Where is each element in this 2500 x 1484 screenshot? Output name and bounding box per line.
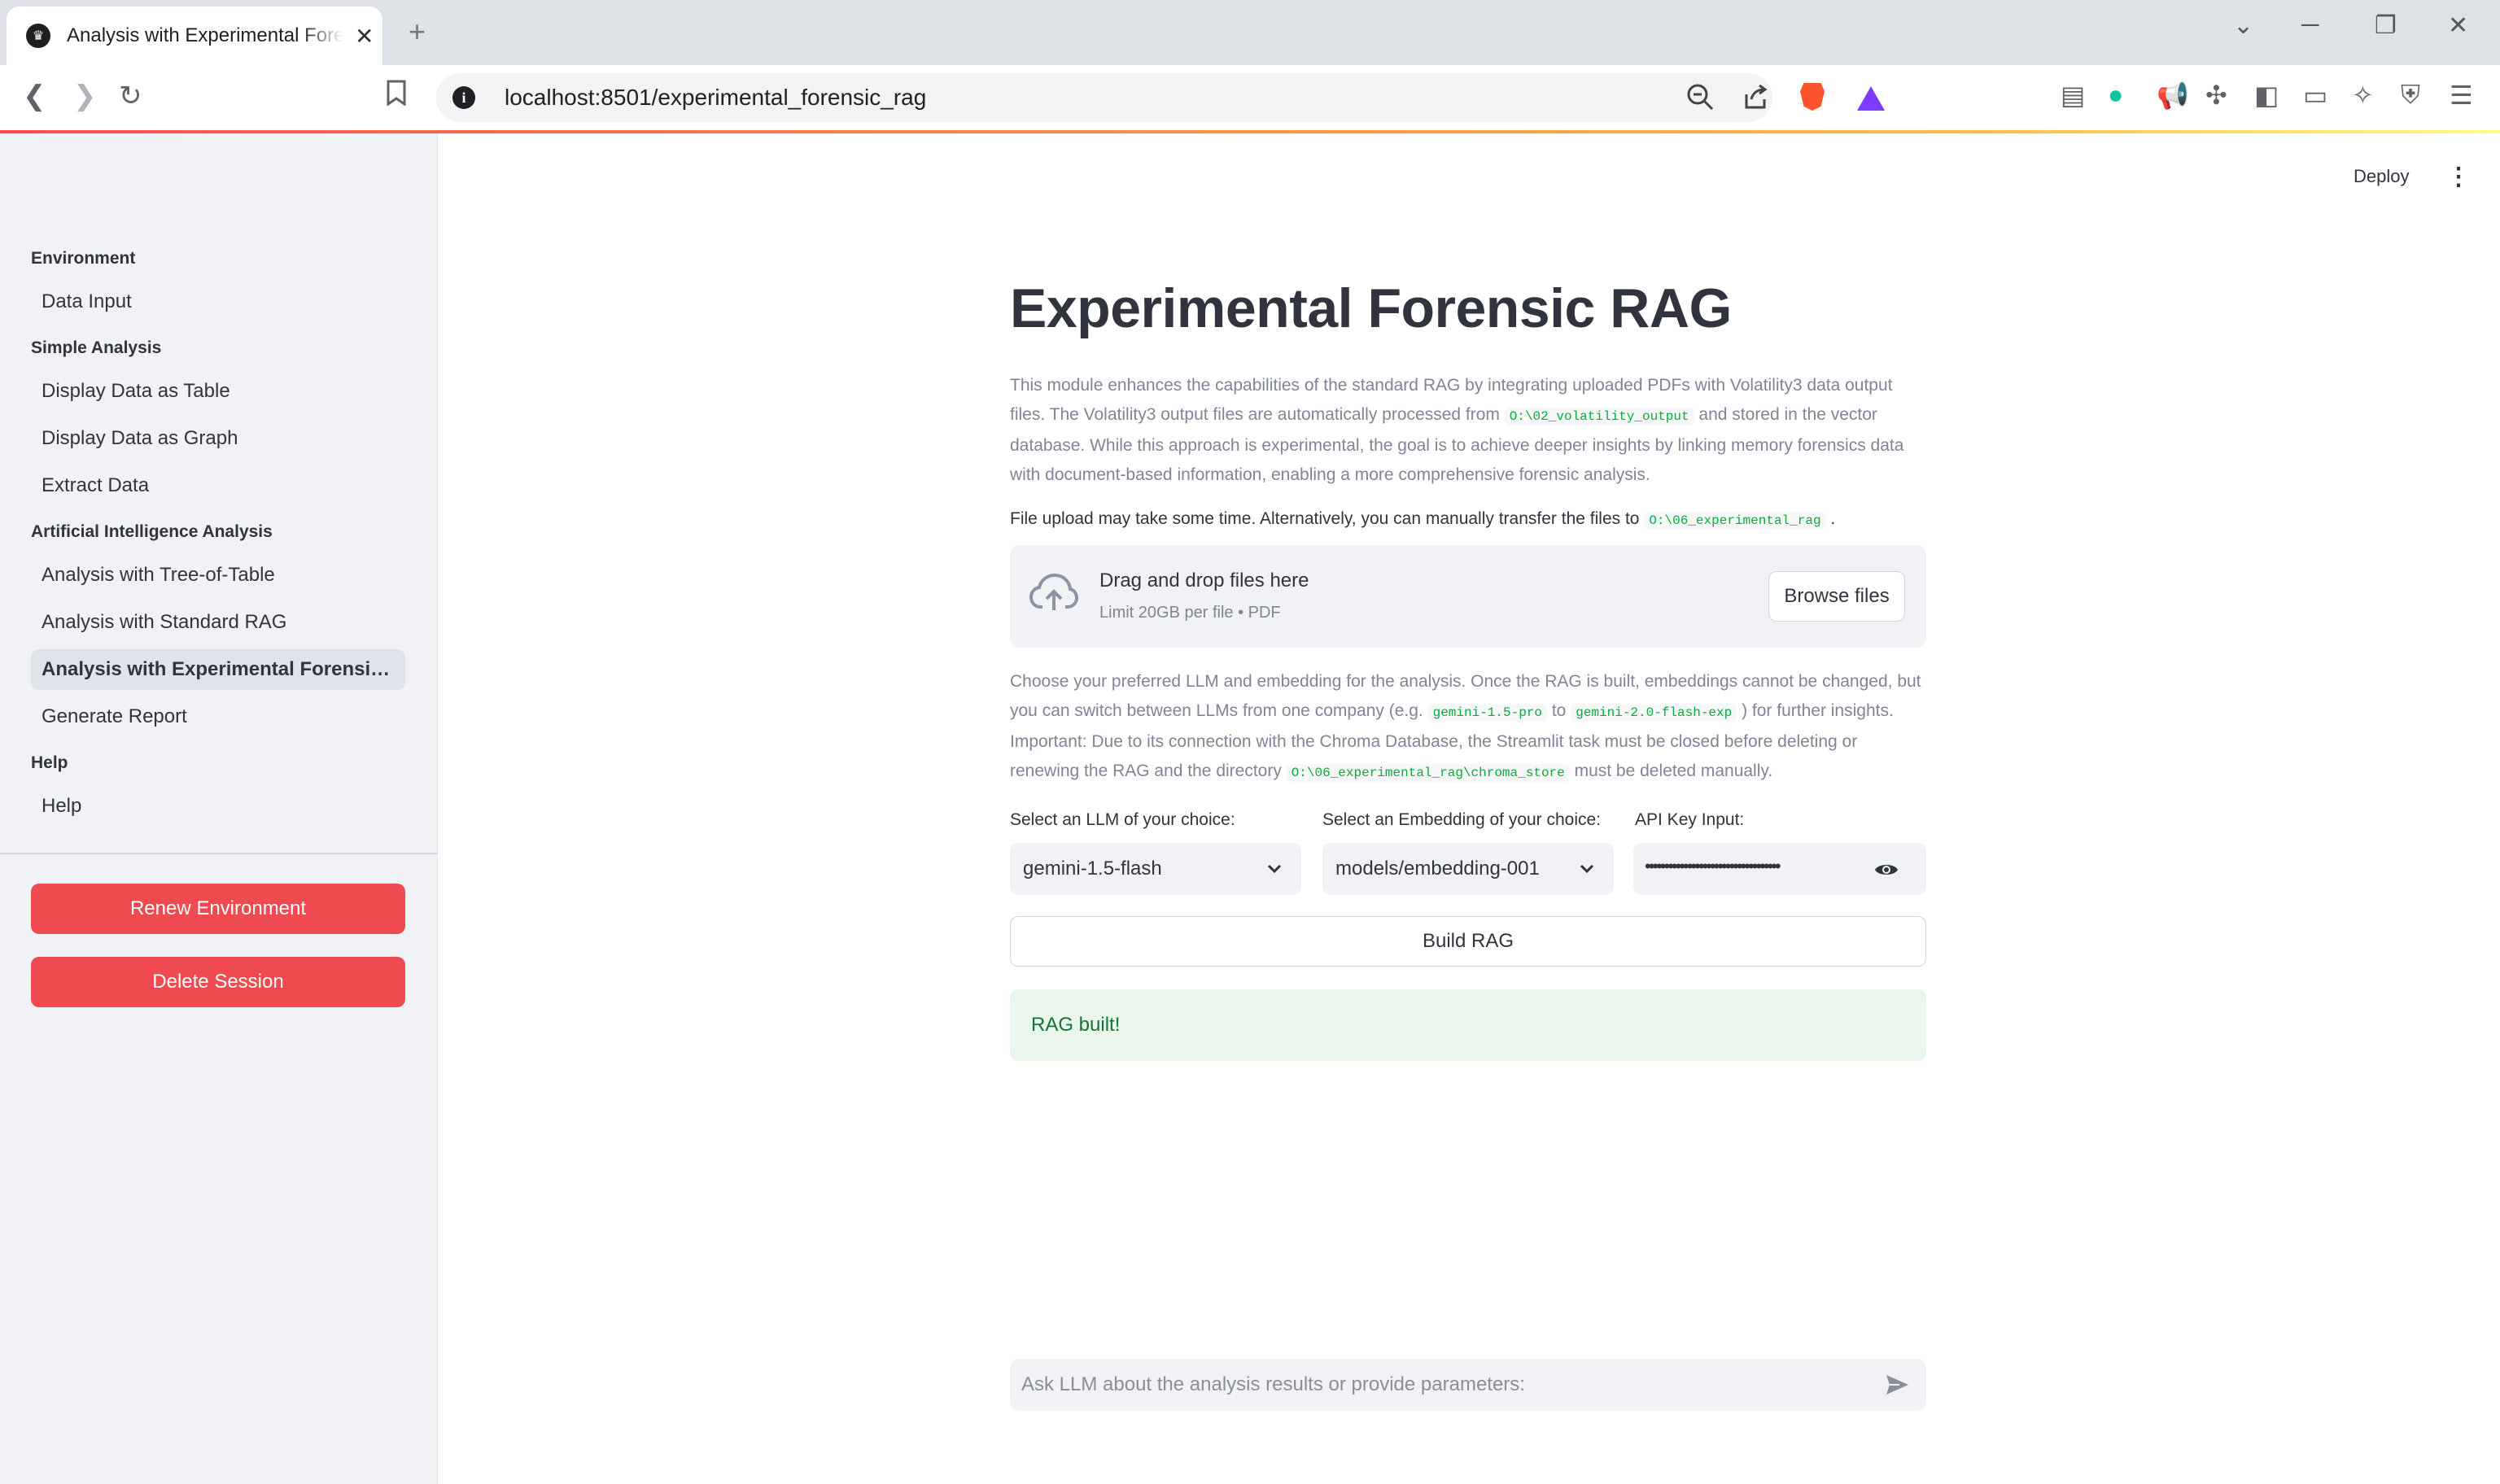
sidebar-item-label: Generate Report (42, 705, 187, 727)
llm-select-label: Select an LLM of your choice: (1010, 810, 1235, 829)
streamlit-favicon-icon: ♛ (26, 24, 50, 48)
address-bar[interactable]: i localhost:8501/experimental_forensic_r… (436, 73, 1772, 122)
main-menu-icon[interactable]: ⋮ (2446, 163, 2471, 191)
sidebar-item-display-graph[interactable]: Display Data as Graph (31, 418, 405, 459)
close-tab-icon[interactable]: ✕ (355, 23, 374, 50)
sidebar-item-label: Analysis with Tree-of-Table (42, 564, 275, 586)
upload-notice: File upload may take some time. Alternat… (1010, 509, 1836, 530)
sidebar-item-label: Display Data as Graph (42, 427, 238, 449)
browser-tab-active[interactable]: ♛ Analysis with Experimental Forensic RA… (7, 7, 382, 65)
sidebar-item-extract-data[interactable]: Extract Data (31, 465, 405, 506)
cloud-upload-icon (1029, 573, 1078, 610)
bookmark-icon[interactable] (386, 80, 407, 113)
menu-icon[interactable]: ☰ (2450, 80, 2473, 111)
intro-paragraph: This module enhances the capabilities of… (1010, 371, 1926, 490)
wallet-icon[interactable]: ▭ (2303, 80, 2327, 111)
embedding-select[interactable]: models/embedding-001 (1322, 843, 1614, 895)
llm-select[interactable]: gemini-1.5-flash (1010, 843, 1301, 895)
chevron-down-icon (1580, 864, 1594, 874)
dropzone-limit: Limit 20GB per file • PDF (1099, 604, 1281, 622)
new-tab-icon[interactable]: + (409, 15, 426, 49)
api-key-label: API Key Input: (1635, 810, 1745, 829)
llm-select-value: gemini-1.5-flash (1023, 858, 1162, 879)
file-dropzone[interactable]: Drag and drop files here Limit 20GB per … (1010, 545, 1926, 648)
reload-icon[interactable]: ↻ (119, 80, 142, 112)
gemini-pro-code: gemini-1.5-pro (1427, 704, 1548, 722)
page-title: Experimental Forensic RAG (1010, 277, 1732, 339)
success-message: RAG built! (1031, 1014, 1121, 1036)
brave-shield-icon[interactable] (1800, 83, 1825, 111)
extensions-icon[interactable]: ✣ (2205, 80, 2227, 111)
site-info-icon[interactable]: i (452, 86, 475, 109)
sidebar-item-label: Display Data as Table (42, 380, 230, 402)
embedding-select-label: Select an Embedding of your choice: (1322, 810, 1602, 829)
sidebar: Environment Data Input Simple Analysis D… (0, 133, 438, 1484)
upload-notice-suffix: . (1825, 509, 1836, 528)
forward-icon[interactable]: ❯ (73, 80, 97, 112)
dropzone-title: Drag and drop files here (1099, 570, 1309, 591)
reader-icon[interactable]: ▤ (2061, 80, 2085, 111)
sidebar-item-display-table[interactable]: Display Data as Table (31, 371, 405, 412)
api-key-input[interactable]: ••••••••••••••••••••••••••••••••••• (1633, 843, 1926, 895)
sidebar-item-label: Extract Data (42, 474, 150, 496)
window-close-icon[interactable]: ✕ (2448, 11, 2468, 40)
chevron-down-icon (1267, 864, 1282, 874)
vpn-icon[interactable]: ⛨ (2401, 80, 2420, 111)
deploy-button[interactable]: Deploy (2354, 166, 2409, 187)
volatility-path-code: O:\02_volatility_output (1504, 408, 1694, 426)
sidebar-icon[interactable]: ◧ (2254, 80, 2279, 111)
url-text: localhost:8501/experimental_forensic_rag (505, 85, 927, 110)
sidebar-section-simple-analysis: Simple Analysis (31, 338, 162, 357)
sidebar-item-label: Analysis with Experimental Forensic RAG (42, 658, 391, 680)
leo-icon[interactable]: ✧ (2352, 80, 2374, 111)
upload-notice-text: File upload may take some time. Alternat… (1010, 509, 1645, 528)
sidebar-section-environment: Environment (31, 249, 136, 268)
sidebar-item-standard-rag[interactable]: Analysis with Standard RAG (31, 602, 405, 643)
build-rag-button[interactable]: Build RAG (1010, 916, 1926, 967)
sidebar-item-label: Data Input (42, 290, 132, 312)
api-key-masked-value: ••••••••••••••••••••••••••••••••••• (1645, 856, 1781, 876)
sidebar-divider (0, 853, 437, 854)
sidebar-item-data-input[interactable]: Data Input (31, 282, 405, 322)
choose-paragraph: Choose your preferred LLM and embedding … (1010, 667, 1926, 788)
sidebar-section-help: Help (31, 753, 68, 772)
megaphone-icon[interactable]: 📢 (2157, 80, 2189, 111)
eye-icon[interactable] (1874, 861, 1899, 879)
sidebar-item-experimental-rag[interactable]: Analysis with Experimental Forensic RAG (31, 649, 405, 690)
choose-text-3: must be deleted manually. (1569, 762, 1773, 780)
sidebar-item-tree-of-table[interactable]: Analysis with Tree-of-Table (31, 555, 405, 596)
sidebar-item-help[interactable]: Help (31, 786, 405, 827)
delete-session-button[interactable]: Delete Session (31, 957, 405, 1007)
back-icon[interactable]: ❮ (23, 80, 46, 112)
chroma-store-path-code: O:\06_experimental_rag\chroma_store (1286, 764, 1570, 782)
zoom-icon[interactable] (1686, 83, 1714, 117)
chat-input-placeholder: Ask LLM about the analysis results or pr… (1021, 1373, 1525, 1395)
sidebar-item-label: Help (42, 795, 82, 817)
gemini-flash-exp-code: gemini-2.0-flash-exp (1571, 704, 1737, 722)
embedding-select-value: models/embedding-001 (1335, 858, 1540, 879)
browse-files-button[interactable]: Browse files (1768, 571, 1905, 622)
minimize-icon[interactable]: ─ (2301, 11, 2319, 39)
experimental-rag-path-code: O:\06_experimental_rag (1644, 512, 1826, 530)
brave-rewards-icon[interactable] (1857, 86, 1885, 111)
choose-text-mid: to (1547, 701, 1571, 720)
success-alert: RAG built! (1010, 989, 1926, 1061)
sidebar-section-ai-analysis: Artificial Intelligence Analysis (31, 522, 273, 541)
restore-icon[interactable]: ❐ (2375, 11, 2397, 40)
tab-title: Analysis with Experimental Forensic RAG (67, 24, 343, 46)
tab-search-icon[interactable]: ⌄ (2233, 11, 2253, 40)
sidebar-item-generate-report[interactable]: Generate Report (31, 696, 405, 737)
sidebar-item-label: Analysis with Standard RAG (42, 611, 287, 633)
grammarly-icon[interactable]: ● (2108, 80, 2123, 110)
send-icon[interactable] (1884, 1372, 1910, 1398)
browser-toolbar: ❮ ❯ ↻ i localhost:8501/experimental_fore… (0, 65, 2500, 133)
browser-tabstrip: ♛ Analysis with Experimental Forensic RA… (0, 0, 2500, 65)
renew-environment-button[interactable]: Renew Environment (31, 884, 405, 934)
chat-input[interactable]: Ask LLM about the analysis results or pr… (1010, 1359, 1926, 1411)
share-icon[interactable] (1742, 83, 1769, 117)
